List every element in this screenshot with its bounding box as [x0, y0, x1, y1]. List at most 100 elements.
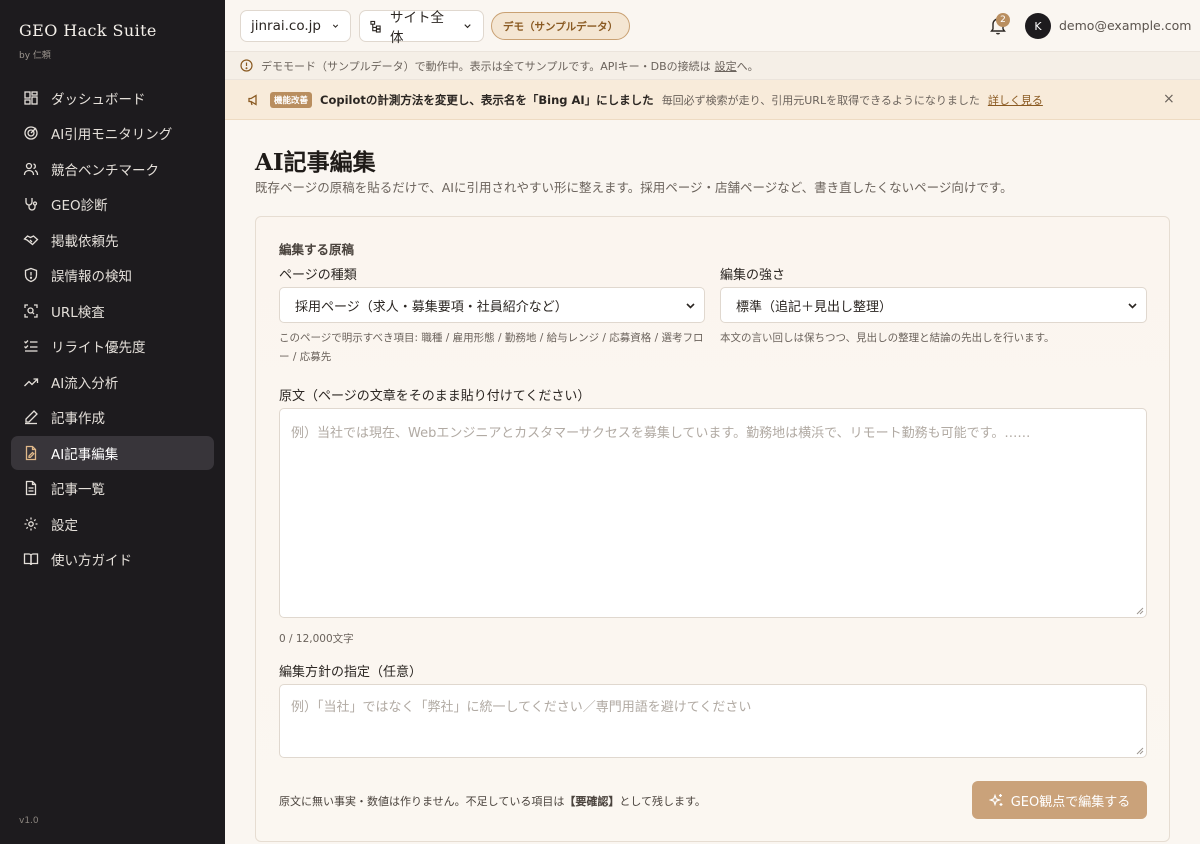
scope-selector-label: サイト全体 — [389, 10, 444, 46]
user-email: demo@example.com — [1059, 18, 1192, 33]
pen-icon — [25, 410, 38, 425]
sidebar-item-ai-traffic[interactable]: AI流入分析 — [11, 365, 214, 399]
strength-value: 標準（追記＋見出し整理） — [736, 299, 893, 315]
character-counter: 0 / 12,000文字 — [279, 633, 354, 645]
brand-title: GEO Hack Suite — [19, 21, 157, 40]
sidebar-item-label: 記事一覧 — [51, 482, 105, 499]
page-type-select[interactable]: 採用ページ（求人・募集要項・社員紹介など） — [279, 287, 705, 323]
stethoscope-icon — [25, 198, 38, 211]
sidebar-item-label: 掲載依頼先 — [51, 233, 119, 250]
megaphone-icon — [248, 93, 257, 106]
notification-count-badge: 2 — [996, 13, 1010, 27]
footer-note-bold: 【要確認】 — [564, 795, 620, 808]
page-description: 既存ページの原稿を貼るだけで、AIに引用されやすい形に整えます。採用ページ・店舗… — [255, 180, 1013, 195]
sidebar-item-label: リライト優先度 — [51, 340, 146, 357]
demo-notice-text: デモモード（サンプルデータ）で動作中。表示は全てサンプルです。APIキー・DBの… — [261, 59, 711, 73]
sidebar-item-url-inspect[interactable]: URL検査 — [11, 294, 214, 328]
improvement-tag: 機能改善 — [270, 91, 313, 108]
sidebar-item-dashboard[interactable]: ダッシュボード — [11, 81, 214, 115]
sidebar-item-label: AI記事編集 — [51, 446, 119, 463]
sidebar-item-label: 設定 — [51, 517, 78, 534]
chevron-down-icon — [686, 303, 695, 309]
footer-note-prefix: 原文に無い事実・数値は作りません。不足している項目は — [279, 795, 565, 808]
policy-label: 編集方針の指定（任意） — [279, 665, 423, 680]
page-type-label: ページの種類 — [279, 268, 357, 283]
editor-card: 編集する原稿 ページの種類 採用ページ（求人・募集要項・社員紹介など） このペー… — [255, 216, 1170, 842]
sidebar-item-label: 誤情報の検知 — [51, 269, 132, 286]
scan-icon — [24, 304, 38, 318]
resize-handle-icon[interactable] — [1136, 607, 1144, 615]
source-placeholder: 例）当社では現在、Webエンジニアとカスタマーサクセスを募集しています。勤務地は… — [291, 426, 1031, 441]
book-icon — [23, 553, 39, 566]
site-selector[interactable]: jinrai.co.jp — [240, 10, 351, 42]
version-label: v1.0 — [19, 816, 39, 826]
sidebar-item-label: AI流入分析 — [51, 375, 119, 392]
handshake-icon — [23, 234, 39, 246]
brand: GEO Hack Suite by 仁頼 — [19, 21, 157, 61]
sidebar-item-label: 競合ベンチマーク — [51, 162, 159, 179]
chevron-down-icon — [1128, 303, 1137, 309]
site-selector-label: jinrai.co.jp — [251, 18, 321, 34]
announcement-banner: 機能改善 Copilotの計測方法を変更し、表示名を「Bing AI」にしました… — [225, 80, 1200, 120]
info-icon — [240, 59, 253, 72]
demo-badge: デモ（サンプルデータ） — [491, 12, 631, 40]
topbar: jinrai.co.jp サイト全体 デモ（サンプルデータ） 2 K demo@… — [225, 0, 1200, 52]
sidebar-item-label: 使い方ガイド — [51, 553, 132, 570]
brand-subtitle: by 仁頼 — [19, 51, 51, 61]
trending-up-icon — [24, 378, 39, 387]
page-type-hint: このページで明示すべき項目: 職種 / 雇用形態 / 勤務地 / 給与レンジ /… — [279, 332, 704, 363]
sidebar-item-label: GEO診断 — [51, 198, 108, 215]
sidebar: GEO Hack Suite by 仁頼 ダッシュボード AI引用モニタリング … — [0, 0, 225, 844]
sidebar-item-rewrite-priority[interactable]: リライト優先度 — [11, 330, 214, 364]
page-title: AI記事編集 — [255, 149, 376, 176]
sidebar-item-article-create[interactable]: 記事作成 — [11, 401, 214, 435]
sparkles-icon — [988, 793, 1003, 806]
strength-hint: 本文の言い回しは保ちつつ、見出しの整理と結論の先出しを行います。 — [720, 332, 1055, 344]
demo-notice-suffix: へ。 — [736, 59, 759, 73]
sidebar-item-placement[interactable]: 掲載依頼先 — [11, 223, 214, 257]
file-text-icon — [25, 481, 37, 496]
chevron-down-icon — [332, 24, 339, 28]
gear-icon — [24, 517, 38, 531]
sidebar-item-ai-article-edit[interactable]: AI記事編集 — [11, 436, 214, 470]
sitemap-icon — [370, 20, 381, 33]
footer-note: 原文に無い事実・数値は作りません。不足している項目は【要確認】として残します。 — [279, 793, 706, 809]
policy-placeholder: 例）「当社」ではなく「弊社」に統一してください／専門用語を避けてください — [291, 700, 752, 715]
page-type-value: 採用ページ（求人・募集要項・社員紹介など） — [295, 299, 568, 315]
sidebar-item-label: 記事作成 — [51, 411, 105, 428]
section-label: 編集する原稿 — [279, 242, 355, 257]
sidebar-item-misinfo[interactable]: 誤情報の検知 — [11, 259, 214, 293]
shield-alert-icon — [24, 268, 38, 283]
sidebar-item-geo-diagnosis[interactable]: GEO診断 — [11, 188, 214, 222]
sidebar-item-ai-monitoring[interactable]: AI引用モニタリング — [11, 117, 214, 151]
source-label: 原文（ページの文章をそのまま貼り付けてください） — [279, 389, 591, 404]
sidebar-nav: ダッシュボード AI引用モニタリング 競合ベンチマーク GEO診断 掲載依頼先 … — [11, 81, 214, 578]
sidebar-item-guide[interactable]: 使い方ガイド — [11, 543, 214, 577]
strength-select[interactable]: 標準（追記＋見出し整理） — [720, 287, 1147, 323]
grid-icon — [24, 91, 38, 105]
settings-link[interactable]: 設定 — [715, 58, 737, 74]
sidebar-item-benchmark[interactable]: 競合ベンチマーク — [11, 152, 214, 186]
demo-notice: デモモード（サンプルデータ）で動作中。表示は全てサンプルです。APIキー・DBの… — [225, 52, 1200, 80]
announcement-title: Copilotの計測方法を変更し、表示名を「Bing AI」にしました — [320, 92, 654, 107]
sidebar-item-article-list[interactable]: 記事一覧 — [11, 472, 214, 506]
list-checks-icon — [24, 340, 38, 352]
source-textarea[interactable]: 例）当社では現在、Webエンジニアとカスタマーサクセスを募集しています。勤務地は… — [279, 408, 1147, 618]
learn-more-link[interactable]: 詳しく見る — [988, 92, 1043, 108]
geo-edit-button[interactable]: GEO観点で編集する — [972, 781, 1147, 819]
close-icon[interactable]: × — [1163, 91, 1175, 107]
policy-textarea[interactable]: 例）「当社」ではなく「弊社」に統一してください／専門用語を避けてください — [279, 684, 1147, 758]
sidebar-item-settings[interactable]: 設定 — [11, 507, 214, 541]
avatar[interactable]: K — [1025, 13, 1051, 39]
radar-icon — [24, 126, 38, 140]
geo-edit-button-label: GEO観点で編集する — [1010, 794, 1131, 810]
sidebar-item-label: AI引用モニタリング — [51, 127, 173, 144]
resize-handle-icon[interactable] — [1136, 747, 1144, 755]
scope-selector[interactable]: サイト全体 — [359, 10, 484, 46]
footer-note-suffix: として残します。 — [619, 795, 706, 808]
users-icon — [23, 162, 39, 175]
strength-label: 編集の強さ — [720, 268, 786, 283]
sidebar-item-label: URL検査 — [51, 304, 105, 321]
chevron-down-icon — [464, 24, 471, 29]
announcement-description: 毎回必ず検索が走り、引用元URLを取得できるようになりました — [661, 93, 980, 107]
